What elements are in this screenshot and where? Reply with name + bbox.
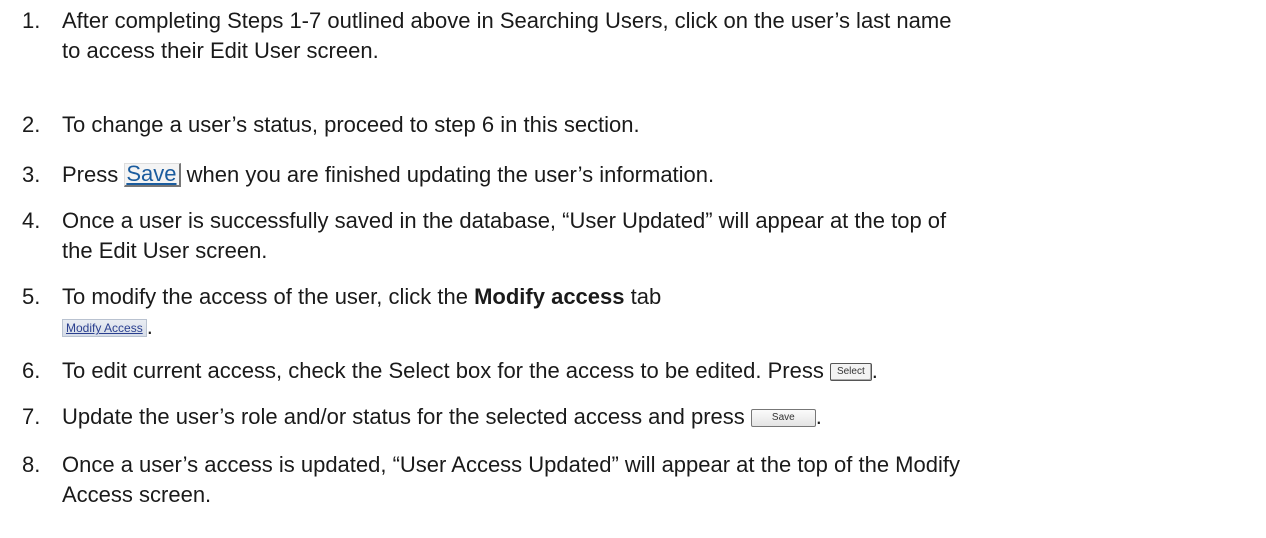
step-number: 1. xyxy=(22,8,41,33)
step-text-after: tab xyxy=(624,284,662,309)
step-text-before: Press xyxy=(62,162,125,187)
step-text: Once a user’s access is updated, “User A… xyxy=(62,450,1252,510)
step-text: After completing Steps 1-7 outlined abov… xyxy=(62,6,1252,66)
step-tail: . xyxy=(871,358,878,383)
save-button: Save xyxy=(124,163,181,187)
step-text-after: when you are finished updating the user’… xyxy=(180,162,715,187)
step-text: Once a user is successfully saved in the… xyxy=(62,206,1252,266)
modify-access-tab: Modify Access xyxy=(62,319,147,338)
step-text: To modify the access of the user, click … xyxy=(62,282,1252,342)
bold-term: Modify access xyxy=(474,284,625,309)
step-number: 6. xyxy=(22,358,41,383)
step-tail: . xyxy=(815,404,822,429)
step-line: After completing Steps 1-7 outlined abov… xyxy=(62,8,952,33)
instruction-document: 1. After completing Steps 1-7 outlined a… xyxy=(0,0,1266,538)
step-line: Once a user is successfully saved in the… xyxy=(62,208,947,233)
step-line: the Edit User screen. xyxy=(62,238,268,263)
step-line: to access their Edit User screen. xyxy=(62,38,379,63)
step-number: 7. xyxy=(22,404,41,429)
step-line: To change a user’s status, proceed to st… xyxy=(62,112,640,137)
step-number: 4. xyxy=(22,208,41,233)
step-number: 2. xyxy=(22,112,41,137)
step-text: Update the user’s role and/or status for… xyxy=(62,402,1252,432)
step-line: Press Save when you are finished updatin… xyxy=(62,160,1252,190)
save-button: Save xyxy=(750,409,816,427)
step-number: 5. xyxy=(22,284,41,309)
step-line: Update the user’s role and/or status for… xyxy=(62,402,1252,432)
step-line: Once a user’s access is updated, “User A… xyxy=(62,452,960,477)
step-text-before: To edit current access, check the Select… xyxy=(62,358,830,383)
select-button: Select xyxy=(829,363,872,381)
step-line: To edit current access, check the Select… xyxy=(62,356,1252,386)
step-text: To change a user’s status, proceed to st… xyxy=(62,110,1252,140)
step-text-before: Update the user’s role and/or status for… xyxy=(62,404,751,429)
step-tail: . xyxy=(146,314,153,339)
step-text: Press Save when you are finished updatin… xyxy=(62,160,1252,190)
step-text-before: To modify the access of the user, click … xyxy=(62,284,475,309)
step-text: To edit current access, check the Select… xyxy=(62,356,1252,386)
step-number: 3. xyxy=(22,162,41,187)
step-line: To modify the access of the user, click … xyxy=(62,282,1252,312)
step-number: 8. xyxy=(22,452,41,477)
step-line: Access screen. xyxy=(62,482,212,507)
step-line: Modify Access. xyxy=(62,312,1252,342)
